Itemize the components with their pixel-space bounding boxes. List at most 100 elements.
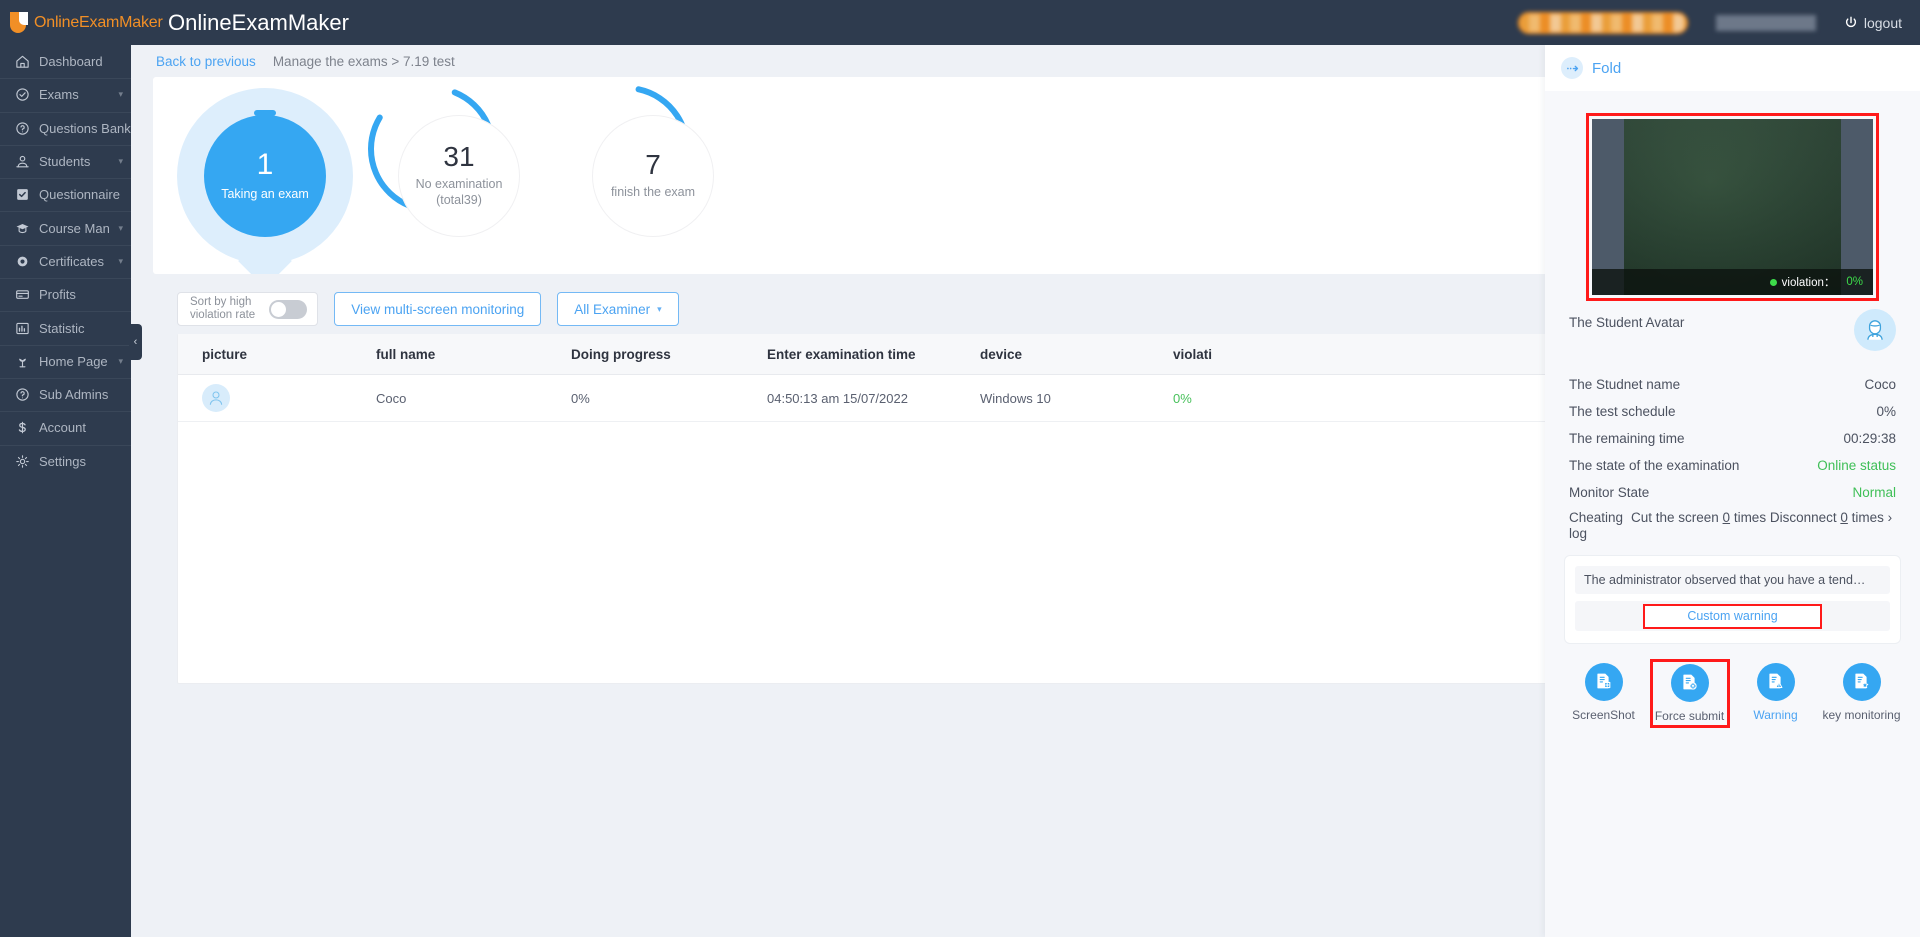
cheating-text-b: times Disconnect <box>1730 510 1840 525</box>
video-violation-value: 0% <box>1846 276 1863 288</box>
stat-no-exam-value: 31 <box>443 143 474 171</box>
cheating-count-disconnect[interactable]: 0 <box>1840 510 1848 525</box>
action-label: Warning <box>1753 708 1797 722</box>
info-label-remaining: The remaining time <box>1569 431 1685 446</box>
sidebar-item-home-page[interactable]: Home Page▾ <box>0 345 131 378</box>
logout-label: logout <box>1864 15 1902 31</box>
sidebar-item-exams[interactable]: Exams ▾ <box>0 78 131 111</box>
column-header-full-name: full name <box>376 347 571 362</box>
sidebar-item-label: Exams <box>39 87 79 102</box>
stat-finish-value: 7 <box>645 151 661 179</box>
cell-violation: 0% <box>1173 391 1333 406</box>
cell-enter-time: 04:50:13 am 15/07/2022 <box>767 391 980 406</box>
chevron-down-icon[interactable]: ▾ <box>118 356 123 367</box>
sort-toggle-label-line2: violation rate <box>190 309 255 322</box>
chevron-down-icon[interactable]: ▾ <box>118 256 123 267</box>
sidebar-item-account[interactable]: Account <box>0 411 131 444</box>
sidebar-item-students[interactable]: Students ▾ <box>0 145 131 178</box>
chevron-down-icon[interactable]: ▾ <box>118 223 123 234</box>
gear-icon <box>15 454 30 469</box>
chevron-down-icon[interactable]: ▾ <box>118 89 123 100</box>
warning-message: The administrator observed that you have… <box>1575 566 1890 594</box>
sidebar-item-settings[interactable]: Settings <box>0 445 131 478</box>
fold-arrow-icon[interactable] <box>1561 57 1583 79</box>
all-examiner-dropdown[interactable]: All Examiner ▾ <box>557 292 678 326</box>
cheating-label-line1: Cheating <box>1569 510 1631 526</box>
breadcrumb-trail: Manage the exams > 7.19 test <box>273 54 455 69</box>
stat-finish-the-exam[interactable]: 7 finish the exam <box>565 88 741 264</box>
sidebar-collapse-handle[interactable]: ‹ <box>129 324 142 360</box>
info-label-monitor: Monitor State <box>1569 485 1649 500</box>
top-bar: OnlineExamMaker OnlineExamMaker logout <box>0 0 1920 45</box>
graduation-cap-icon <box>15 221 30 236</box>
column-header-device: device <box>980 347 1173 362</box>
checkbox-icon <box>15 187 30 202</box>
card-icon <box>15 287 30 302</box>
action-warning[interactable]: Warning <box>1736 659 1816 726</box>
info-label-schedule: The test schedule <box>1569 404 1676 419</box>
info-label-name: The Studnet name <box>1569 377 1680 392</box>
check-circle-icon <box>15 87 30 102</box>
star-doc-icon <box>1843 663 1881 701</box>
sidebar-item-statistic[interactable]: Statistic <box>0 311 131 344</box>
sidebar-item-label: Settings <box>39 454 86 469</box>
sidebar-item-profits[interactable]: Profits <box>0 278 131 311</box>
toggle-switch[interactable] <box>269 300 307 319</box>
stat-no-examination[interactable]: 31 No examination (total39) <box>371 88 547 264</box>
cheating-label-line2: log <box>1569 526 1631 542</box>
info-row-remaining-time: The remaining time 00:29:38 <box>1569 425 1896 452</box>
action-label: Force submit <box>1655 709 1724 723</box>
info-row-exam-state: The state of the examination Online stat… <box>1569 452 1896 479</box>
brand-text: OnlineExamMaker <box>34 14 163 32</box>
sidebar-item-questionnaire[interactable]: Questionnaire <box>0 178 131 211</box>
force-submit-doc-icon <box>1671 664 1709 702</box>
live-monitor-video[interactable]: violation： 0% <box>1586 113 1879 301</box>
action-label: key monitoring <box>1822 708 1900 722</box>
stat-taking-marker <box>254 110 276 116</box>
sidebar-item-sub-admins[interactable]: Sub Admins <box>0 378 131 411</box>
sort-by-violation-toggle[interactable]: Sort by high violation rate <box>177 292 318 326</box>
sidebar-item-dashboard[interactable]: Dashboard <box>0 45 131 78</box>
panel-body: violation： 0% The Student Avatar T <box>1545 91 1920 937</box>
fold-button[interactable]: Fold <box>1592 60 1621 77</box>
warning-card: The administrator observed that you have… <box>1565 556 1900 643</box>
cell-progress: 0% <box>571 391 767 406</box>
chevron-right-icon[interactable]: › <box>1888 510 1893 525</box>
info-row-cheating-log[interactable]: Cheating log Cut the screen 0 times Disc… <box>1569 510 1896 542</box>
custom-warning-button[interactable]: Custom warning <box>1643 604 1821 630</box>
warning-button-row: Custom warning <box>1575 601 1890 631</box>
student-info-list: The Student Avatar The Studnet name Coco… <box>1553 301 1912 542</box>
redacted-username[interactable] <box>1716 15 1816 31</box>
info-label-state: The state of the examination <box>1569 458 1739 473</box>
info-row-name: The Studnet name Coco <box>1569 371 1896 398</box>
sidebar-item-label: Statistic <box>39 321 85 336</box>
cheating-count-cut-screen[interactable]: 0 <box>1723 510 1731 525</box>
sidebar-item-label: Course Manager <box>39 221 109 236</box>
all-examiner-label: All Examiner <box>574 302 650 317</box>
sidebar-item-label: Account <box>39 420 86 435</box>
logout-button[interactable]: logout <box>1844 15 1902 31</box>
action-screenshot[interactable]: ScreenShot <box>1564 659 1644 726</box>
redacted-upgrade-badge[interactable] <box>1518 12 1688 34</box>
info-label-avatar: The Student Avatar <box>1569 315 1684 330</box>
action-key-monitoring[interactable]: key monitoring <box>1822 659 1902 726</box>
sidebar-item-certificates[interactable]: Certificates▾ <box>0 245 131 278</box>
info-row-schedule: The test schedule 0% <box>1569 398 1896 425</box>
sidebar-item-label: Students <box>39 154 90 169</box>
action-force-submit[interactable]: Force submit <box>1650 659 1730 728</box>
dollar-icon <box>15 420 30 435</box>
sidebar-item-label: Questionnaire <box>39 187 120 202</box>
back-to-previous-link[interactable]: Back to previous <box>156 54 256 69</box>
view-multiscreen-monitoring-button[interactable]: View multi-screen monitoring <box>334 292 541 326</box>
chevron-down-icon: ▾ <box>657 304 662 315</box>
sidebar-item-questions-bank[interactable]: Questions Bank <box>0 112 131 145</box>
stat-taking-value: 1 <box>257 150 274 180</box>
info-value-monitor: Normal <box>1852 485 1896 500</box>
avatar <box>1854 309 1896 351</box>
stat-taking-an-exam[interactable]: 1 Taking an exam <box>177 88 353 264</box>
column-header-enter-time: Enter examination time <box>767 347 980 362</box>
chevron-down-icon[interactable]: ▾ <box>118 156 123 167</box>
sidebar-item-course-manager[interactable]: Course Manager ▾ <box>0 211 131 244</box>
brand-logo[interactable]: OnlineExamMaker <box>0 0 160 45</box>
sort-toggle-label-line1: Sort by high <box>190 296 255 309</box>
